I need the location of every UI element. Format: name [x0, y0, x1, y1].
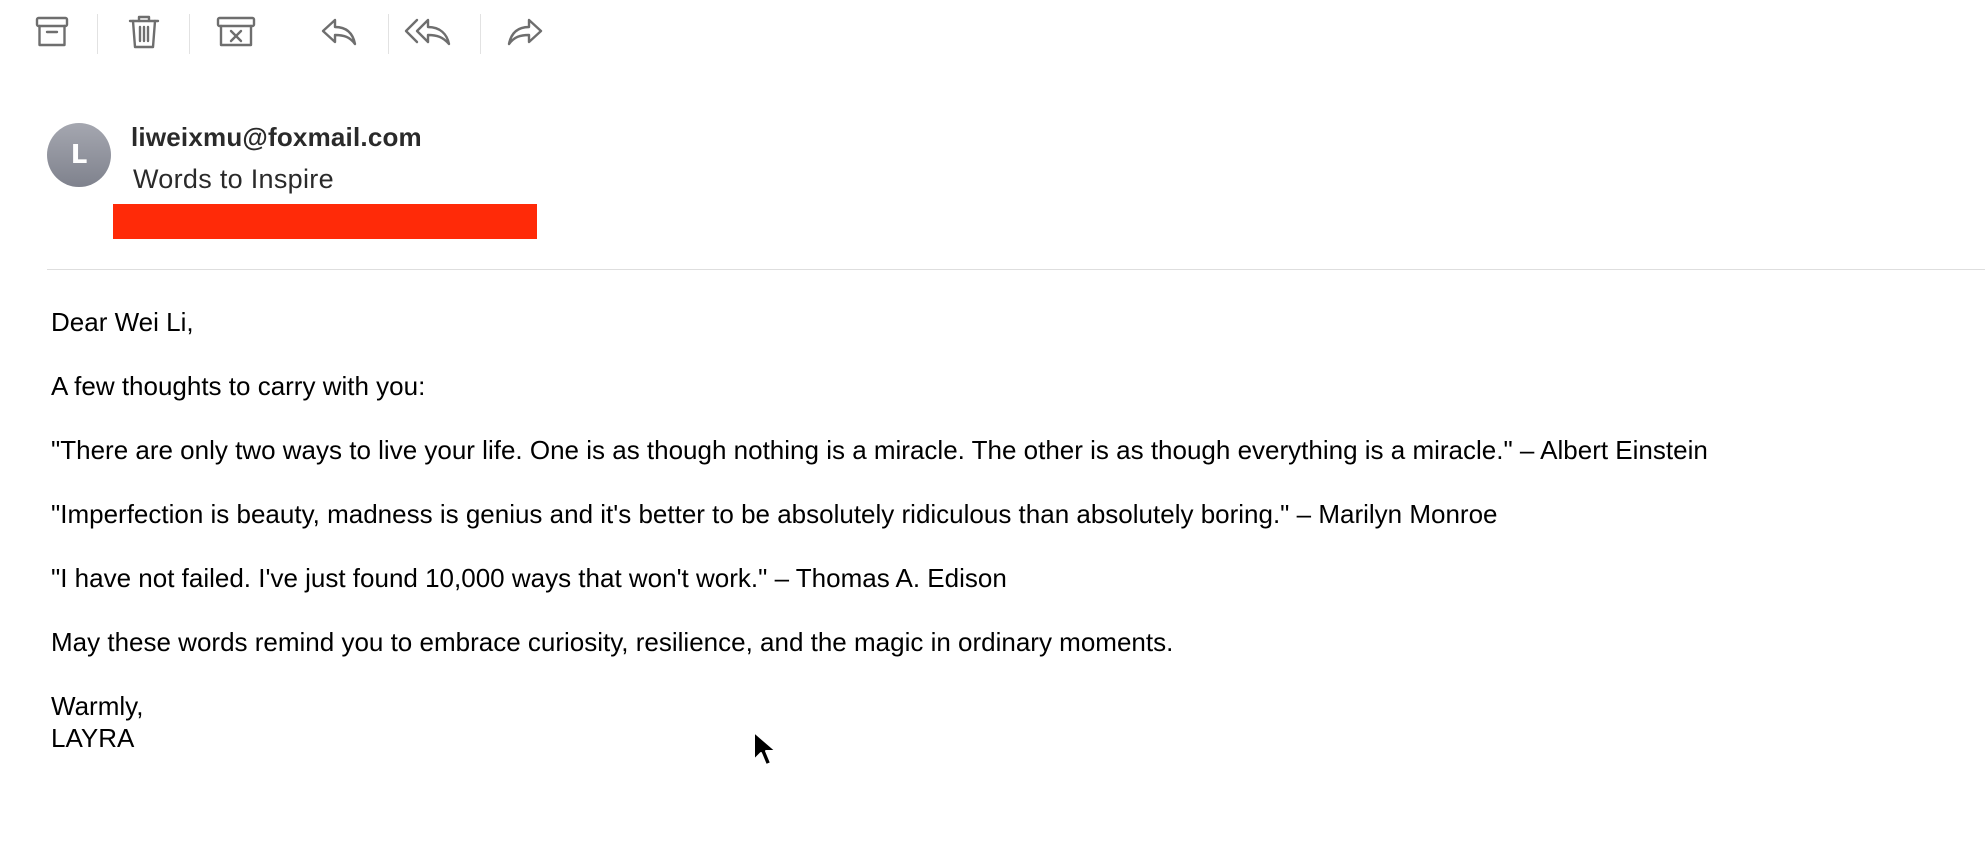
- signature: LAYRA: [51, 723, 135, 753]
- header-divider: [47, 269, 1985, 270]
- reply-all-button[interactable]: [404, 12, 451, 52]
- intro-line: A few thoughts to carry with you:: [51, 371, 426, 401]
- quote-monroe: "Imperfection is beauty, madness is geni…: [51, 499, 1498, 529]
- subject-line: Words to Inspire: [133, 164, 334, 194]
- message-toolbar: [0, 0, 1985, 66]
- forward-icon: [506, 16, 544, 48]
- delete-button[interactable]: [124, 12, 164, 52]
- forward-button[interactable]: [505, 12, 545, 52]
- signoff: Warmly,: [51, 691, 144, 721]
- quote-einstein: "There are only two ways to live your li…: [51, 435, 1708, 465]
- archive-icon: [34, 15, 70, 49]
- avatar-initial: L: [70, 140, 88, 170]
- sender-address[interactable]: liweixmu@foxmail.com: [131, 122, 422, 153]
- junk-button[interactable]: [216, 12, 256, 52]
- toolbar-separator: [189, 14, 190, 54]
- avatar[interactable]: L: [47, 123, 111, 187]
- toolbar-separator: [388, 14, 389, 54]
- reply-all-icon: [404, 16, 452, 48]
- trash-icon: [128, 14, 160, 50]
- archive-button[interactable]: [32, 12, 72, 52]
- redaction-bar: [113, 204, 537, 239]
- closing-line: May these words remind you to embrace cu…: [51, 627, 1174, 657]
- reply-icon: [320, 16, 358, 48]
- toolbar-separator: [97, 14, 98, 54]
- junk-icon: [216, 15, 256, 49]
- mouse-pointer-icon: [752, 730, 780, 770]
- greeting: Dear Wei Li,: [51, 307, 194, 337]
- reply-button[interactable]: [319, 12, 359, 52]
- toolbar-separator: [480, 14, 481, 54]
- message-body: Dear Wei Li, A few thoughts to carry wit…: [51, 306, 1951, 754]
- quote-edison: "I have not failed. I've just found 10,0…: [51, 563, 1007, 593]
